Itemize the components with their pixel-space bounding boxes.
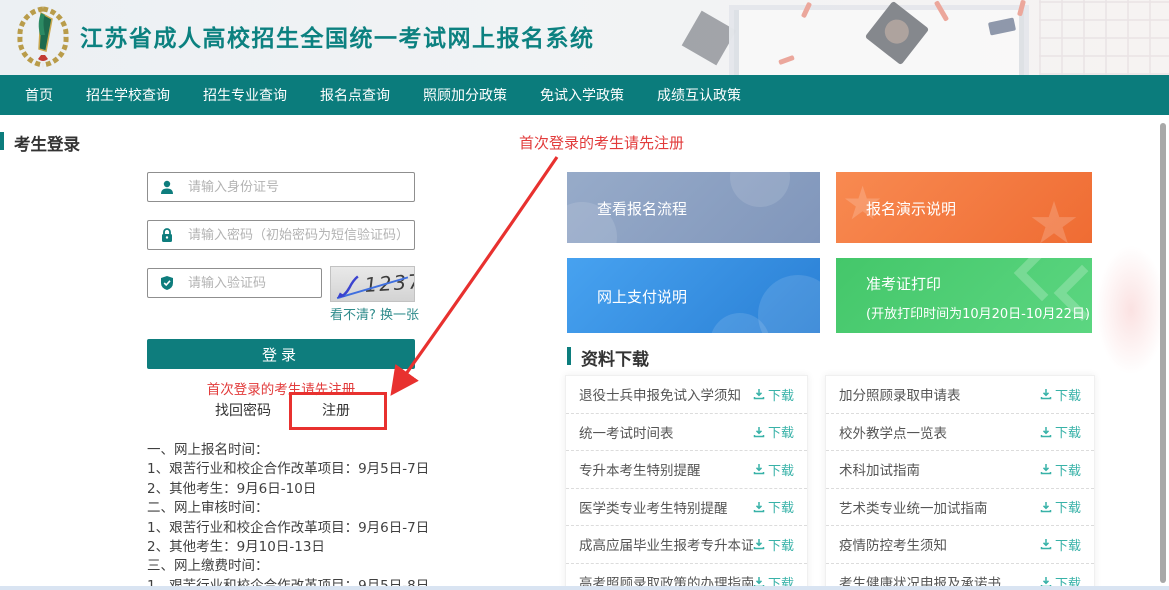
schedule-line: 二、网上审核时间：	[147, 499, 429, 518]
download-icon	[753, 538, 765, 550]
download-name: 校外教学点一览表	[839, 422, 947, 442]
register-link[interactable]: 注册	[322, 400, 350, 420]
site-logo-icon	[14, 5, 72, 69]
id-number-field-wrap	[147, 172, 415, 202]
vertical-scrollbar[interactable]	[1160, 123, 1166, 583]
download-link[interactable]: 下载	[753, 535, 794, 554]
panel-sublabel: (开放打印时间为10月20日-10月22日)	[866, 303, 1090, 322]
page: 江苏省成人高校招生全国统一考试网上报名系统 首页 招生学校查询 招生专业查询 报…	[0, 0, 1169, 590]
nav-item-home[interactable]: 首页	[25, 85, 53, 105]
download-name: 专升本考生特别提醒	[579, 459, 701, 479]
register-note: 首次登录的考生请先注册	[147, 378, 415, 398]
panel-label: 网上支付说明	[597, 286, 687, 307]
panel-payment-guide[interactable]: 网上支付说明	[567, 258, 820, 333]
password-field-wrap	[147, 220, 415, 250]
download-row: 术科加试指南 下载	[826, 451, 1094, 489]
schedule-line: 2、其他考生：9月10日-13日	[147, 538, 429, 557]
downloads-card-left: 退役士兵申报免试入学须知 下载 统一考试时间表 下载 专升本考生特别提醒 下载 …	[565, 375, 808, 590]
download-name: 退役士兵申报免试入学须知	[579, 384, 741, 404]
download-icon	[1040, 538, 1052, 550]
download-row: 艺术类专业统一加试指南 下载	[826, 489, 1094, 527]
download-link[interactable]: 下载	[753, 385, 794, 404]
download-icon	[1040, 501, 1052, 513]
schedule-text: 一、网上报名时间： 1、艰苦行业和校企合作改革项目：9月5日-7日 2、其他考生…	[147, 441, 429, 590]
main-nav: 首页 招生学校查询 招生专业查询 报名点查询 照顾加分政策 免试入学政策 成绩互…	[0, 75, 1169, 115]
login-button[interactable]: 登录	[147, 339, 415, 369]
downloads-card-right: 加分照顾录取申请表 下载 校外教学点一览表 下载 术科加试指南 下载 艺术类专业…	[825, 375, 1095, 590]
annotation-register-first: 首次登录的考生请先注册	[519, 132, 684, 153]
nav-item-regpoint-query[interactable]: 报名点查询	[320, 85, 390, 105]
download-icon	[753, 388, 765, 400]
download-row: 统一考试时间表 下载	[566, 414, 807, 452]
captcha-field-wrap	[147, 268, 322, 298]
download-row: 疫情防控考生须知 下载	[826, 526, 1094, 564]
download-link[interactable]: 下载	[753, 422, 794, 441]
download-link[interactable]: 下载	[1040, 535, 1081, 554]
nav-item-major-query[interactable]: 招生专业查询	[203, 85, 287, 105]
nav-item-school-query[interactable]: 招生学校查询	[86, 85, 170, 105]
download-link[interactable]: 下载	[753, 497, 794, 516]
download-icon	[753, 426, 765, 438]
download-row: 退役士兵申报免试入学须知 下载	[566, 376, 807, 414]
download-link[interactable]: 下载	[1040, 385, 1081, 404]
nav-item-bonus-policy[interactable]: 照顾加分政策	[423, 85, 507, 105]
schedule-line: 1、艰苦行业和校企合作改革项目：9月5日-7日	[147, 460, 429, 479]
panel-view-process[interactable]: 查看报名流程	[567, 172, 820, 243]
download-name: 成高应届毕业生报考专升本证明	[579, 534, 753, 554]
download-row: 校外教学点一览表 下载	[826, 414, 1094, 452]
download-name: 医学类专业考生特别提醒	[579, 497, 728, 517]
download-link[interactable]: 下载	[753, 460, 794, 479]
download-link[interactable]: 下载	[1040, 497, 1081, 516]
download-icon	[1040, 426, 1052, 438]
download-name: 统一考试时间表	[579, 422, 674, 442]
viewport-bottom-edge	[0, 586, 1169, 590]
download-icon	[1040, 463, 1052, 475]
downloads-section-title: 资料下载	[581, 345, 649, 370]
forgot-password-link[interactable]: 找回密码	[215, 400, 271, 420]
download-row: 成高应届毕业生报考专升本证明 下载	[566, 526, 807, 564]
panel-demo-guide[interactable]: ★ ★ 报名演示说明	[836, 172, 1092, 243]
download-name: 疫情防控考生须知	[839, 534, 947, 554]
schedule-line: 一、网上报名时间：	[147, 441, 429, 460]
download-link[interactable]: 下载	[1040, 460, 1081, 479]
panel-label: 准考证打印	[866, 273, 941, 294]
download-name: 加分照顾录取申请表	[839, 384, 961, 404]
download-icon	[1040, 388, 1052, 400]
login-section-title: 考生登录	[14, 131, 80, 155]
schedule-line: 2、其他考生：9月6日-10日	[147, 480, 429, 499]
captcha-input[interactable]	[147, 268, 322, 298]
download-name: 术科加试指南	[839, 459, 920, 479]
panel-print-ticket[interactable]: 准考证打印 (开放打印时间为10月20日-10月22日)	[836, 258, 1092, 333]
download-row: 医学类专业考生特别提醒 下载	[566, 489, 807, 527]
header: 江苏省成人高校招生全国统一考试网上报名系统	[0, 0, 1169, 75]
site-title: 江苏省成人高校招生全国统一考试网上报名系统	[80, 19, 595, 53]
download-link[interactable]: 下载	[1040, 422, 1081, 441]
download-row: 专升本考生特别提醒 下载	[566, 451, 807, 489]
download-row: 加分照顾录取申请表 下载	[826, 376, 1094, 414]
nav-item-exemption-policy[interactable]: 免试入学政策	[540, 85, 624, 105]
nav-item-score-recognition[interactable]: 成绩互认政策	[657, 85, 741, 105]
schedule-line: 1、艰苦行业和校企合作改革项目：9月6日-7日	[147, 519, 429, 538]
panel-label: 查看报名流程	[597, 198, 687, 219]
downloads-section-accent	[567, 347, 571, 365]
download-name: 艺术类专业统一加试指南	[839, 497, 988, 517]
panel-label: 报名演示说明	[866, 198, 956, 219]
captcha-refresh-link[interactable]: 看不清? 换一张	[330, 304, 419, 323]
password-input[interactable]	[147, 220, 415, 250]
schedule-line: 三、网上缴费时间：	[147, 557, 429, 576]
graduation-photo-decor	[689, 0, 1169, 75]
id-number-input[interactable]	[147, 172, 415, 202]
background-photo-bleed	[1096, 245, 1166, 375]
captcha-image[interactable]: 1237	[330, 266, 415, 302]
login-section-accent	[0, 132, 4, 150]
download-icon	[753, 501, 765, 513]
download-icon	[753, 463, 765, 475]
